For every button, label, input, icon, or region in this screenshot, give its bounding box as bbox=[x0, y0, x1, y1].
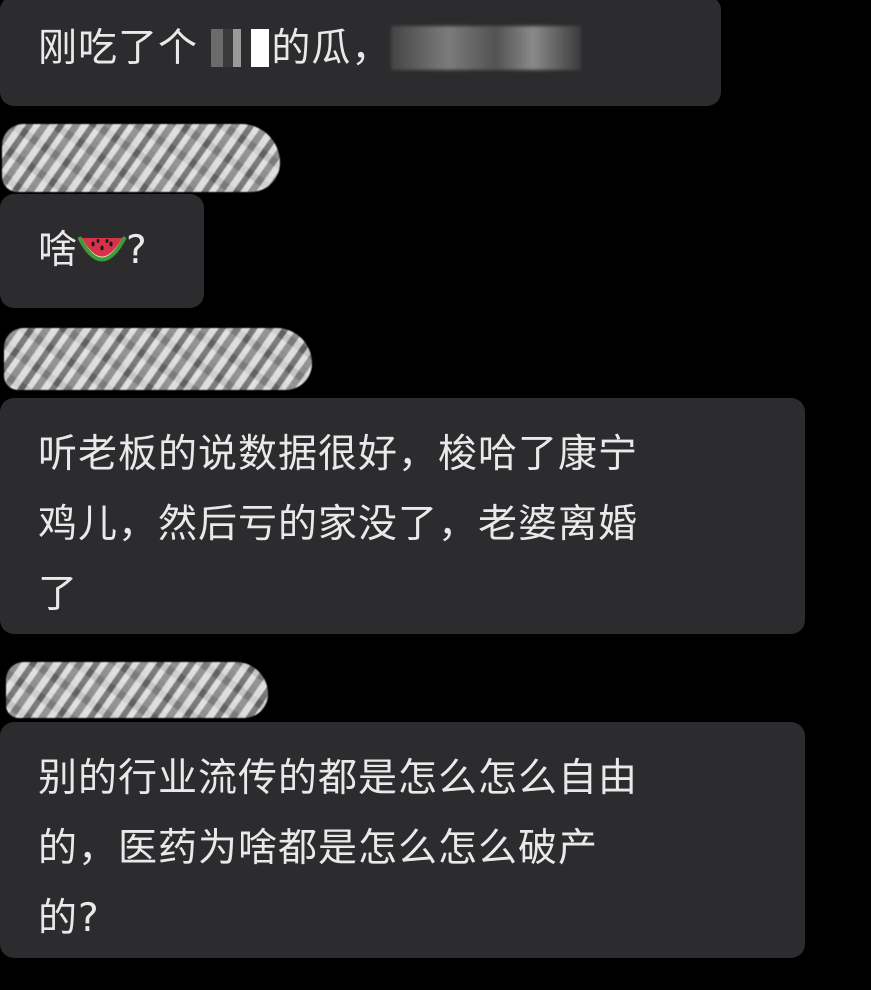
message-1-text-mid: 的瓜， bbox=[271, 26, 392, 71]
message-bubble-4[interactable]: 别的行业流传的都是怎么怎么自由 的，医药为啥都是怎么怎么破产 的? bbox=[0, 722, 805, 958]
message-bubble-1[interactable]: 刚吃了个 的瓜， bbox=[0, 0, 721, 106]
message-2-text: 啥 bbox=[38, 228, 79, 273]
sender-name-redacted bbox=[4, 328, 312, 390]
watermelon-icon bbox=[78, 235, 127, 261]
message-2-suffix: ? bbox=[126, 228, 148, 273]
blurred-redaction bbox=[391, 25, 582, 70]
message-text-3: 听老板的说数据很好，梭哈了康宁 鸡儿，然后亏的家没了，老婆离婚 了 bbox=[38, 432, 639, 617]
message-text-1: 刚吃了个 的瓜， bbox=[38, 14, 721, 84]
pixelated-redaction bbox=[211, 28, 272, 67]
message-1-text-before: 刚吃了个 bbox=[38, 26, 199, 71]
message-text-4: 别的行业流传的都是怎么怎么自由 的，医药为啥都是怎么怎么破产 的? bbox=[38, 756, 639, 941]
message-bubble-3[interactable]: 听老板的说数据很好，梭哈了康宁 鸡儿，然后亏的家没了，老婆离婚 了 bbox=[0, 398, 805, 634]
message-text-2: 啥 ? bbox=[38, 216, 204, 286]
sender-name-redacted bbox=[2, 124, 280, 192]
message-bubble-2[interactable]: 啥 ? bbox=[0, 194, 204, 308]
sender-name-redacted bbox=[6, 662, 268, 718]
